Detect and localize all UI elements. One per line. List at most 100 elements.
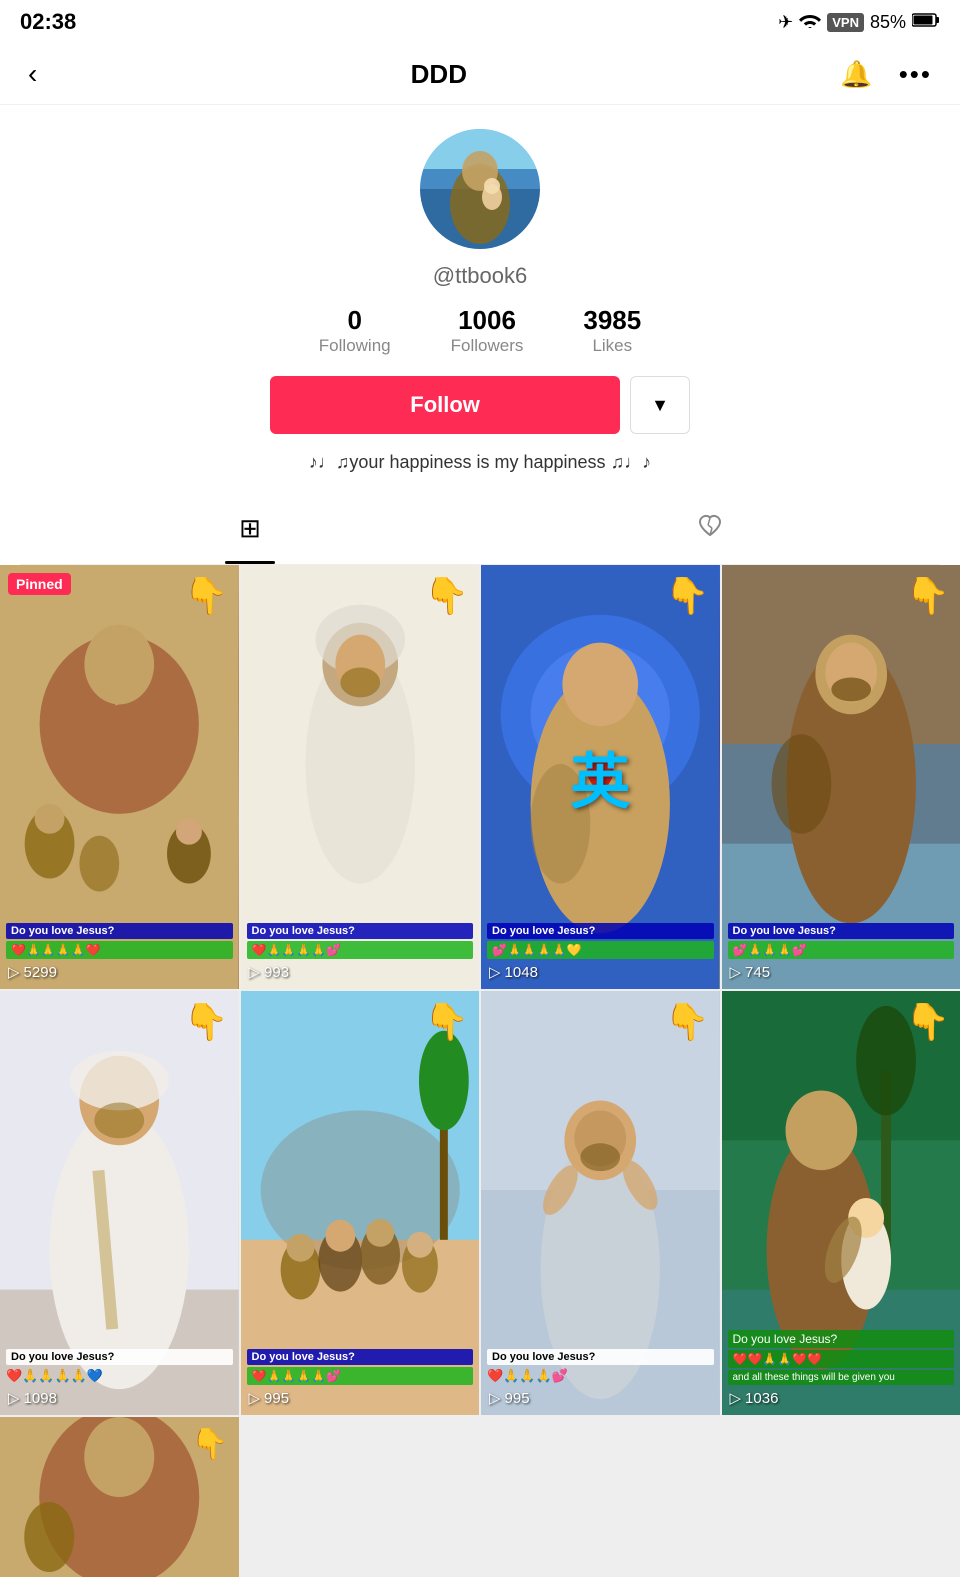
more-icon: ••• xyxy=(899,59,932,89)
likes-label: Likes xyxy=(592,336,632,356)
video-card[interactable]: 👇 Do you love Jesus? ❤️🙏🙏🙏🙏💕 ▷ 993 xyxy=(241,565,480,989)
play-icon: ▷ xyxy=(249,963,261,981)
text-overlay: Do you love Jesus? 💕🙏🙏🙏🙏💛 xyxy=(481,923,720,959)
following-label: Following xyxy=(319,336,391,356)
video-title: Do you love Jesus? xyxy=(728,923,955,939)
play-number: 745 xyxy=(745,964,770,981)
followers-stat[interactable]: 1006 Followers xyxy=(451,305,524,356)
following-count: 0 xyxy=(347,305,361,336)
finger-icon: 👇 xyxy=(184,1001,229,1043)
text-overlay: Do you love Jesus? ❤️❤️🙏🙏❤️❤️ and all th… xyxy=(722,1330,960,1385)
play-icon: ▷ xyxy=(730,1389,742,1407)
dropdown-button[interactable]: ▼ xyxy=(630,376,690,434)
bio: ♪♩♫your happiness is my happiness ♫♩♪ xyxy=(309,452,651,473)
play-icon: ▷ xyxy=(489,963,501,981)
play-count: ▷ 5299 xyxy=(8,963,57,981)
finger-icon: 👇 xyxy=(191,1427,228,1462)
likes-count: 3985 xyxy=(583,305,641,336)
video-grid: Pinned 👇 Do you love Jesus? ❤️🙏🙏🙏🙏❤️ ▷ 5… xyxy=(0,565,960,1577)
text-overlay: Do you love Jesus? ❤️🙏🙏🙏💕 xyxy=(481,1349,720,1385)
video-emojis: ❤️🙏🙏🙏💕 xyxy=(487,1368,568,1383)
play-count: ▷ 1048 xyxy=(489,963,538,981)
text-overlay: Do you love Jesus? 💕🙏🙏🙏💕 xyxy=(722,923,960,959)
video-title: Do you love Jesus? xyxy=(6,923,233,939)
video-emojis: ❤️🙏🙏🙏🙏💕 xyxy=(247,941,474,959)
play-count: ▷ 1036 xyxy=(730,1389,779,1407)
video-card[interactable]: 👇 xyxy=(0,1417,239,1577)
play-icon: ▷ xyxy=(489,1389,501,1407)
video-card[interactable]: 英 👇 Do you love Jesus? 💕🙏🙏🙏🙏💛 ▷ 1048 xyxy=(481,565,720,989)
play-icon: ▷ xyxy=(730,963,742,981)
video-emojis: ❤️🙏🙏🙏🙏💙 xyxy=(6,1368,103,1383)
video-title: Do you love Jesus? xyxy=(487,923,714,939)
followers-count: 1006 xyxy=(458,305,516,336)
video-card[interactable]: 👇 Do you love Jesus? ❤️❤️🙏🙏❤️❤️ and all … xyxy=(722,991,960,1415)
pinned-badge: Pinned xyxy=(8,573,71,595)
avatar xyxy=(420,129,540,249)
notification-button[interactable]: 🔔 xyxy=(836,55,876,94)
bell-icon: 🔔 xyxy=(840,59,872,89)
play-number: 995 xyxy=(505,1390,530,1407)
avatar-image xyxy=(420,129,540,249)
wifi-icon xyxy=(799,12,821,33)
finger-icon: 👇 xyxy=(905,575,950,617)
video-emojis: 💕🙏🙏🙏💕 xyxy=(728,941,955,959)
video-card[interactable]: 👇 Do you love Jesus? ❤️🙏🙏🙏🙏💕 ▷ 995 xyxy=(241,991,480,1415)
page-title: DDD xyxy=(41,59,836,90)
stats-row: 0 Following 1006 Followers 3985 Likes xyxy=(319,305,641,356)
video-title: Do you love Jesus? xyxy=(487,1349,714,1365)
video-title: Do you love Jesus? xyxy=(247,923,474,939)
follow-row: Follow ▼ xyxy=(270,376,690,434)
video-title: Do you love Jesus? xyxy=(728,1330,955,1348)
play-count: ▷ 995 xyxy=(249,1389,290,1407)
play-count: ▷ 993 xyxy=(249,963,290,981)
video-title: Do you love Jesus? xyxy=(6,1349,233,1365)
status-icons: ✈ VPN 85% xyxy=(778,12,940,33)
play-number: 995 xyxy=(264,1390,289,1407)
finger-icon: 👇 xyxy=(184,575,229,617)
finger-icon: 👇 xyxy=(905,1001,950,1043)
header: ‹ DDD 🔔 ••• xyxy=(0,44,960,105)
liked-icon xyxy=(696,511,724,546)
play-number: 1048 xyxy=(505,964,538,981)
text-overlay: Do you love Jesus? ❤️🙏🙏🙏🙏💕 xyxy=(241,1349,480,1385)
tab-grid[interactable]: ⊞ xyxy=(20,493,480,564)
play-icon: ▷ xyxy=(249,1389,261,1407)
finger-icon: 👇 xyxy=(665,1001,710,1043)
play-count: ▷ 745 xyxy=(730,963,771,981)
play-number: 5299 xyxy=(24,964,57,981)
video-card[interactable]: 👇 Do you love Jesus? 💕🙏🙏🙏💕 ▷ 745 xyxy=(722,565,960,989)
play-icon: ▷ xyxy=(8,963,20,981)
video-card[interactable]: Pinned 👇 Do you love Jesus? ❤️🙏🙏🙏🙏❤️ ▷ 5… xyxy=(0,565,239,989)
more-button[interactable]: ••• xyxy=(895,55,936,94)
video-extra-line: and all these things will be given you xyxy=(728,1370,955,1385)
video-card[interactable]: 👇 Do you love Jesus? ❤️🙏🙏🙏🙏💙 ▷ 1098 xyxy=(0,991,239,1415)
status-bar: 02:38 ✈ VPN 85% xyxy=(0,0,960,44)
heart-broken-icon xyxy=(696,511,724,539)
play-number: 1098 xyxy=(24,1390,57,1407)
following-stat[interactable]: 0 Following xyxy=(319,305,391,356)
text-overlay: Do you love Jesus? ❤️🙏🙏🙏🙏💙 xyxy=(0,1349,239,1385)
video-emojis: ❤️🙏🙏🙏🙏💕 xyxy=(247,1367,474,1385)
tab-liked[interactable] xyxy=(480,493,940,564)
finger-icon: 👇 xyxy=(665,575,710,617)
video-emojis: ❤️❤️🙏🙏❤️❤️ xyxy=(728,1350,955,1368)
header-right: 🔔 ••• xyxy=(836,55,936,94)
text-overlay: Do you love Jesus? ❤️🙏🙏🙏🙏💕 xyxy=(241,923,480,959)
play-icon: ▷ xyxy=(8,1389,20,1407)
vpn-badge: VPN xyxy=(827,13,864,32)
play-count: ▷ 995 xyxy=(489,1389,530,1407)
video-card[interactable]: 👇 Do you love Jesus? ❤️🙏🙏🙏💕 ▷ 995 xyxy=(481,991,720,1415)
likes-stat[interactable]: 3985 Likes xyxy=(583,305,641,356)
chinese-char: 英 xyxy=(570,734,630,821)
finger-icon: 👇 xyxy=(424,575,469,617)
airplane-icon: ✈ xyxy=(778,12,793,33)
followers-label: Followers xyxy=(451,336,524,356)
back-button[interactable]: ‹ xyxy=(24,54,41,94)
follow-button[interactable]: Follow xyxy=(270,376,620,434)
play-number: 1036 xyxy=(745,1390,778,1407)
tabs-row: ⊞ xyxy=(20,493,940,565)
back-icon: ‹ xyxy=(28,58,37,89)
battery-text: 85% xyxy=(870,12,906,33)
video-emojis: 💕🙏🙏🙏🙏💛 xyxy=(487,941,714,959)
